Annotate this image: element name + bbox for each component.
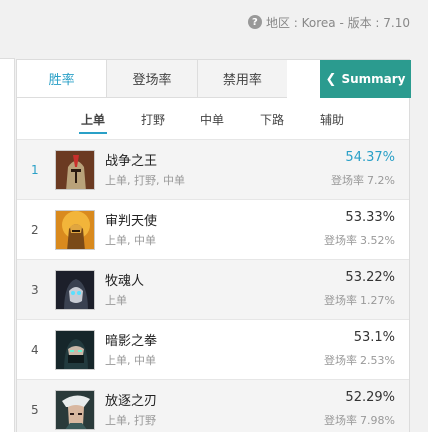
pickrate-value: 7.98% <box>360 414 395 427</box>
champion-pickrate: 登场率 2.53% <box>324 352 395 368</box>
tab-pickrate[interactable]: 登场率 <box>107 60 198 97</box>
region-version-info: ? 地区 : Korea - 版本 : 7.10 <box>247 12 410 32</box>
champion-name: 战争之王 <box>105 154 158 169</box>
pickrate-label: 登场率 <box>324 234 358 247</box>
tab-winrate[interactable]: 胜率 <box>17 60 108 97</box>
champion-pickrate: 登场率 1.27% <box>324 292 395 308</box>
champion-pickrate: 登场率 7.2% <box>331 172 395 188</box>
table-row[interactable]: 4 暗影之拳 上单, 中单 53.1% 登场率 2.53% <box>17 320 409 380</box>
pickrate-value: 3.52% <box>360 234 395 247</box>
champion-winrate: 53.33% <box>345 210 395 225</box>
pickrate-value: 7.2% <box>367 174 395 187</box>
pickrate-label: 登场率 <box>324 294 358 307</box>
table-row[interactable]: 3 牧魂人 上单 53.22% 登场率 1.27% <box>17 260 409 320</box>
champion-name: 审判天使 <box>105 214 158 229</box>
champion-roles: 上单, 打野, 中单 <box>105 174 185 187</box>
pickrate-label: 登场率 <box>331 174 365 187</box>
champion-roles: 上单, 中单 <box>105 354 156 367</box>
rank-number: 1 <box>31 163 39 177</box>
champion-list: 1 战争之王 上单, 打野, 中单 54.37% 登场率 7.2% 2 审判天使… <box>17 140 409 432</box>
left-panel-edge <box>0 58 15 432</box>
table-row[interactable]: 1 战争之王 上单, 打野, 中单 54.37% 登场率 7.2% <box>17 140 409 200</box>
champion-portrait <box>55 150 95 190</box>
rank-number: 2 <box>31 223 39 237</box>
rank-number: 5 <box>31 403 39 417</box>
role-tab-jungle[interactable]: 打野 <box>133 98 173 140</box>
champion-portrait <box>55 390 95 430</box>
champion-stats-panel: 胜率 登场率 禁用率 ❮ Summary 上单 打野 中单 下路 辅助 1 战争… <box>16 59 411 432</box>
champion-roles: 上单, 中单 <box>105 234 156 247</box>
table-row[interactable]: 5 放逐之刃 上单, 打野 52.29% 登场率 7.98% <box>17 380 409 432</box>
role-tab-top[interactable]: 上单 <box>73 98 113 140</box>
champion-name: 放逐之刃 <box>105 394 158 409</box>
help-icon[interactable]: ? <box>247 15 262 29</box>
summary-label: Summary <box>341 72 406 86</box>
champion-pickrate: 登场率 3.52% <box>324 232 395 248</box>
table-row[interactable]: 2 审判天使 上单, 中单 53.33% 登场率 3.52% <box>17 200 409 260</box>
rank-number: 3 <box>31 283 39 297</box>
role-tab-bot[interactable]: 下路 <box>252 98 292 140</box>
summary-button[interactable]: ❮ Summary <box>320 60 411 98</box>
pickrate-value: 2.53% <box>360 354 395 367</box>
role-tabs: 上单 打野 中单 下路 辅助 <box>17 98 409 140</box>
champion-roles: 上单 <box>105 294 127 307</box>
champion-portrait <box>55 210 95 250</box>
role-tab-support[interactable]: 辅助 <box>312 98 352 140</box>
pickrate-label: 登场率 <box>324 354 358 367</box>
champion-winrate: 53.1% <box>353 330 395 345</box>
champion-roles: 上单, 打野 <box>105 414 156 427</box>
pickrate-label: 登场率 <box>324 414 358 427</box>
champion-winrate: 53.22% <box>345 270 395 285</box>
champion-winrate: 54.37% <box>345 150 395 165</box>
champion-pickrate: 登场率 7.98% <box>324 412 395 428</box>
champion-portrait <box>55 330 95 370</box>
role-tab-mid[interactable]: 中单 <box>192 98 232 140</box>
pickrate-value: 1.27% <box>360 294 395 307</box>
tab-banrate[interactable]: 禁用率 <box>197 60 287 97</box>
region-text: 地区 : Korea - 版本 : 7.10 <box>265 15 410 30</box>
champion-name: 暗影之拳 <box>105 334 158 349</box>
stat-tabs: 胜率 登场率 禁用率 <box>17 60 287 98</box>
champion-portrait <box>55 270 95 310</box>
champion-winrate: 52.29% <box>345 390 395 405</box>
champion-name: 牧魂人 <box>105 274 145 289</box>
chevron-left-icon: ❮ <box>325 71 337 87</box>
rank-number: 4 <box>31 343 39 357</box>
